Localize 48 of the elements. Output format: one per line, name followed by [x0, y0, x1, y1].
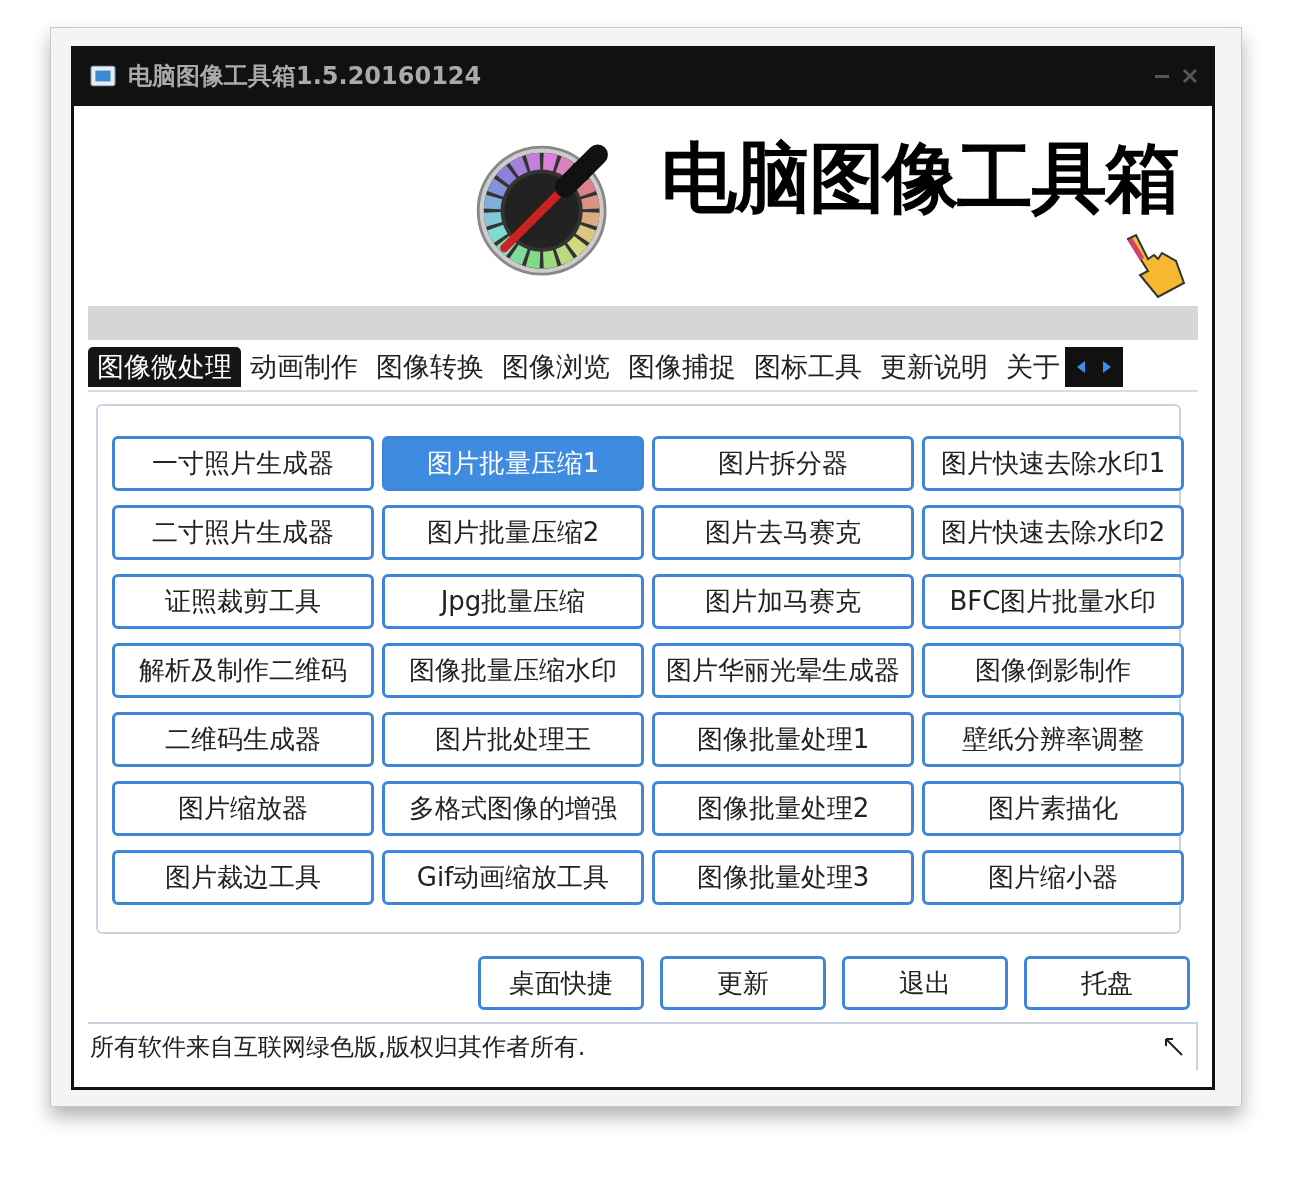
- tool-button[interactable]: 图片素描化: [922, 781, 1184, 836]
- tool-button[interactable]: Jpg批量压缩: [382, 574, 644, 629]
- tab-scroll-buttons[interactable]: [1065, 347, 1123, 387]
- tool-button[interactable]: 图片拆分器: [652, 436, 914, 491]
- close-icon[interactable]: [1182, 68, 1198, 84]
- tab[interactable]: 动画制作: [241, 347, 367, 387]
- tool-button[interactable]: 壁纸分辨率调整: [922, 712, 1184, 767]
- tab[interactable]: 关于: [997, 347, 1069, 387]
- tab[interactable]: 更新说明: [871, 347, 997, 387]
- app-window-icon: [90, 64, 116, 88]
- tool-button[interactable]: 二维码生成器: [112, 712, 374, 767]
- tool-button[interactable]: 图片快速去除水印1: [922, 436, 1184, 491]
- tool-button[interactable]: 图像批量压缩水印: [382, 643, 644, 698]
- tool-button[interactable]: 证照裁剪工具: [112, 574, 374, 629]
- tool-button[interactable]: 一寸照片生成器: [112, 436, 374, 491]
- status-text: 所有软件来自互联网绿色版,版权归其作者所有.: [90, 1032, 586, 1063]
- tool-button[interactable]: BFC图片批量水印: [922, 574, 1184, 629]
- action-button[interactable]: 退出: [842, 956, 1008, 1010]
- tool-button[interactable]: 图片快速去除水印2: [922, 505, 1184, 560]
- tool-button[interactable]: 图片裁边工具: [112, 850, 374, 905]
- tool-button[interactable]: 图像批量处理2: [652, 781, 914, 836]
- tool-button[interactable]: 解析及制作二维码: [112, 643, 374, 698]
- tool-button[interactable]: 多格式图像的增强: [382, 781, 644, 836]
- tab[interactable]: 图像微处理: [88, 347, 241, 387]
- left-arrow-icon[interactable]: [1075, 359, 1087, 375]
- tool-button[interactable]: 图片加马赛克: [652, 574, 914, 629]
- tool-button[interactable]: 图像批量处理3: [652, 850, 914, 905]
- tab[interactable]: 图像转换: [367, 347, 493, 387]
- action-button[interactable]: 托盘: [1024, 956, 1190, 1010]
- tool-button[interactable]: 图片华丽光晕生成器: [652, 643, 914, 698]
- tool-button[interactable]: 图片缩小器: [922, 850, 1184, 905]
- tool-button[interactable]: 图片去马赛克: [652, 505, 914, 560]
- tool-button[interactable]: 二寸照片生成器: [112, 505, 374, 560]
- tool-button[interactable]: 图片批处理王: [382, 712, 644, 767]
- tool-button[interactable]: 图片批量压缩2: [382, 505, 644, 560]
- tab[interactable]: 图像捕捉: [619, 347, 745, 387]
- action-button[interactable]: 更新: [660, 956, 826, 1010]
- right-arrow-icon[interactable]: [1101, 359, 1113, 375]
- tab[interactable]: 图标工具: [745, 347, 871, 387]
- tool-button[interactable]: Gif动画缩放工具: [382, 850, 644, 905]
- window-title: 电脑图像工具箱1.5.20160124: [128, 61, 482, 92]
- action-button[interactable]: 桌面快捷: [478, 956, 644, 1010]
- tool-button[interactable]: 图像倒影制作: [922, 643, 1184, 698]
- app-title: 电脑图像工具箱: [661, 132, 1179, 224]
- tool-button[interactable]: 图片批量压缩1: [382, 436, 644, 491]
- tab[interactable]: 图像浏览: [493, 347, 619, 387]
- tool-button[interactable]: 图像批量处理1: [652, 712, 914, 767]
- tool-button[interactable]: 图片缩放器: [112, 781, 374, 836]
